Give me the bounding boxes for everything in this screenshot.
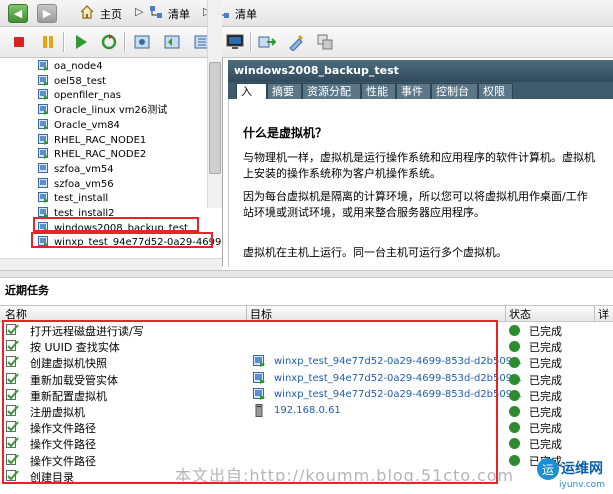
status-ok-icon (509, 373, 520, 385)
tab-0[interactable]: 入门 (236, 83, 267, 113)
breadcrumb-home[interactable]: 主页 (100, 6, 122, 22)
vm-icon (38, 89, 48, 101)
tree-item[interactable]: openfiler_nas (38, 89, 121, 103)
toolbar-separator (250, 32, 252, 52)
site-logo: 运 运维网 iyunv.com (537, 458, 605, 490)
content-paragraph: 因为每台虚拟机是隔离的计算环境，所以您可以将虚拟机用作桌面/工作站环境或测试环境… (243, 190, 588, 219)
breadcrumb-separator: ▷ (135, 5, 144, 18)
column-header-details[interactable]: 详 (598, 306, 609, 322)
toolbar-separator (63, 32, 65, 52)
tree-item-label: szfoa_vm54 (54, 163, 114, 175)
forward-button[interactable]: ▶ (37, 4, 57, 23)
task-status: 已完成 (529, 406, 562, 419)
svg-text:iyunv.com: iyunv.com (559, 480, 605, 490)
task-status: 已完成 (529, 422, 562, 436)
snapshot-icon[interactable] (133, 33, 151, 51)
task-status: 已完成 (529, 325, 562, 338)
tree-item[interactable]: Oracle_linux vm26测试 (38, 104, 167, 118)
migrate-icon[interactable] (258, 33, 276, 51)
toolbar-separator (124, 32, 126, 52)
highlight-box (2, 320, 498, 484)
play-icon[interactable] (72, 33, 90, 51)
tree-item[interactable]: oa_node4 (38, 60, 103, 74)
watermark-text: 本文出自:http://koumm.blog.51cto.com (175, 466, 515, 485)
home-icon (80, 5, 94, 19)
svg-text:运: 运 (542, 463, 554, 477)
content-paragraph: 虚拟机在主机上运行。同一台主机可运行多个虚拟机。 (243, 246, 507, 259)
tree-horizontal-scrollbar[interactable] (0, 258, 222, 270)
tree-item-label: openfiler_nas (54, 90, 121, 102)
tree-item[interactable]: RHEL_RAC_NODE1 (38, 133, 147, 148)
highlight-box (31, 232, 213, 248)
revert-icon[interactable] (163, 33, 181, 51)
clone-icon[interactable] (316, 33, 334, 51)
vm-icon (38, 162, 48, 173)
tree-item[interactable]: szfoa_vm54 (38, 162, 114, 177)
svg-text:运维网: 运维网 (561, 460, 603, 477)
inventory-icon (150, 6, 162, 18)
tree-item-label: RHEL_RAC_NODE2 (54, 149, 147, 161)
tree-item[interactable]: test_install (38, 192, 108, 206)
tree-item[interactable]: szfoa_vm56 (38, 177, 114, 192)
status-ok-icon (509, 406, 520, 417)
toolbar (0, 27, 613, 58)
breadcrumb-inventory-2[interactable]: 清单 (235, 6, 257, 22)
tree-item[interactable]: Oracle_vm84 (38, 118, 120, 133)
vm-icon (38, 177, 48, 188)
column-header-status[interactable]: 状态 (509, 306, 531, 322)
vm-icon (38, 118, 48, 130)
edit-settings-icon[interactable] (287, 33, 305, 51)
back-button[interactable]: ◀ (8, 4, 28, 23)
tree-item[interactable]: oel58_test (38, 74, 106, 89)
stop-icon[interactable] (10, 33, 28, 51)
vm-icon (38, 148, 48, 160)
pause-icon[interactable] (39, 33, 57, 51)
tree-item[interactable]: RHEL_RAC_NODE2 (38, 148, 146, 162)
content-paragraph: 与物理机一样，虚拟机是运行操作系统和应用程序的软件计算机。虚拟机上安装的操作系统… (243, 151, 595, 180)
vm-icon (38, 60, 48, 71)
tree-item-label: Oracle_vm84 (54, 119, 120, 131)
vm-icon (38, 133, 48, 145)
breadcrumb-inventory[interactable]: 清单 (168, 6, 190, 22)
tree-item-label: Oracle_linux vm26测试 (54, 105, 168, 117)
tree-item-label: test_install (54, 193, 109, 205)
status-ok-icon (509, 389, 520, 401)
tab-4[interactable]: 事件 (396, 83, 431, 99)
column-separator[interactable] (594, 305, 595, 321)
task-status: 已完成 (529, 389, 562, 403)
column-separator[interactable] (505, 305, 506, 321)
tab-5[interactable]: 控制台 (431, 83, 478, 99)
tab-6[interactable]: 权限 (478, 83, 513, 99)
task-status: 已完成 (529, 373, 562, 387)
pane-splitter[interactable] (0, 270, 613, 278)
panel-title: windows2008_backup_test (234, 64, 399, 77)
recent-tasks-header (0, 278, 613, 300)
recent-tasks-title: 近期任务 (5, 284, 49, 297)
tree-item-label: oel58_test (54, 75, 106, 87)
column-separator[interactable] (246, 305, 247, 321)
tree-item-label: oa_node4 (54, 61, 103, 72)
tree-item-label: szfoa_vm56 (54, 178, 114, 190)
tab-2[interactable]: 资源分配 (302, 83, 361, 99)
vm-icon (38, 104, 48, 116)
vm-icon (38, 74, 48, 86)
tab-1[interactable]: 摘要 (267, 83, 302, 99)
content-heading: 什么是虚拟机？ (243, 126, 328, 140)
tree-item-label: RHEL_RAC_NODE1 (54, 134, 147, 146)
tab-3[interactable]: 性能 (361, 83, 396, 99)
task-status: 已完成 (529, 357, 562, 371)
highlight-box (33, 217, 199, 232)
tree-scroll-thumb[interactable] (209, 62, 221, 174)
status-ok-icon (509, 325, 520, 336)
reset-icon[interactable] (100, 33, 118, 51)
task-status: 已完成 (529, 341, 562, 355)
console-icon[interactable] (226, 33, 244, 51)
vm-icon (38, 192, 48, 204)
